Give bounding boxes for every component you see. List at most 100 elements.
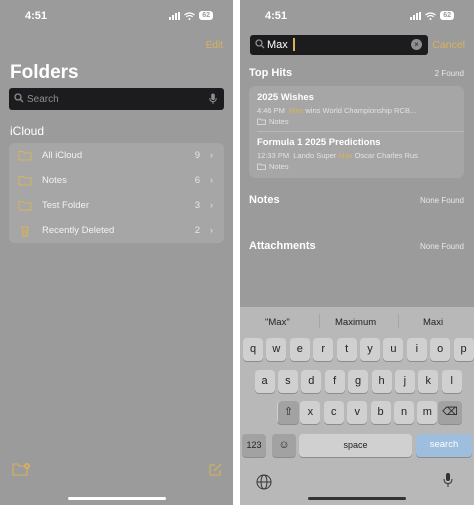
key-x[interactable]: x bbox=[300, 401, 321, 424]
note-time: 12:33 PM bbox=[257, 151, 290, 160]
prediction-3[interactable]: Maxi bbox=[423, 317, 443, 328]
search-input[interactable]: Max × bbox=[250, 35, 428, 55]
globe-icon[interactable] bbox=[256, 474, 272, 490]
status-time: 4:51 bbox=[25, 10, 48, 22]
folder-row-recently-deleted[interactable]: Recently Deleted 2 › bbox=[9, 218, 224, 243]
key-b[interactable]: b bbox=[370, 401, 391, 424]
search-input[interactable]: Search bbox=[9, 88, 224, 110]
folder-icon bbox=[18, 201, 32, 211]
backspace-key[interactable]: ⌫ bbox=[438, 401, 462, 424]
edit-button[interactable]: Edit bbox=[206, 40, 223, 51]
text-cursor bbox=[293, 38, 295, 51]
divider bbox=[398, 314, 399, 328]
folder-icon bbox=[18, 151, 32, 161]
folder-label: All iCloud bbox=[42, 150, 83, 161]
top-hits-header: Top Hits bbox=[249, 67, 293, 79]
snippet-highlight: Max bbox=[338, 151, 353, 160]
status-time: 4:51 bbox=[265, 10, 288, 22]
key-q[interactable]: q bbox=[243, 338, 263, 361]
space-key[interactable]: space bbox=[299, 434, 412, 457]
key-n[interactable]: n bbox=[394, 401, 414, 424]
chevron-right-icon: › bbox=[210, 175, 213, 185]
numbers-key[interactable]: 123 bbox=[242, 434, 266, 457]
page-title: Folders bbox=[10, 62, 79, 83]
chevron-right-icon: › bbox=[210, 150, 213, 160]
home-indicator bbox=[67, 497, 166, 500]
folder-icon bbox=[18, 176, 32, 186]
note-title: Formula 1 2025 Predictions bbox=[257, 137, 381, 148]
key-r[interactable]: r bbox=[313, 338, 334, 361]
key-i[interactable]: i bbox=[406, 338, 427, 361]
key-m[interactable]: m bbox=[417, 401, 438, 424]
search-placeholder: Search bbox=[27, 94, 59, 105]
attachments-status: None Found bbox=[419, 242, 464, 251]
key-e[interactable]: e bbox=[289, 338, 310, 361]
note-folder-label: Notes bbox=[269, 117, 289, 126]
folder-count: 3 bbox=[194, 200, 200, 211]
key-g[interactable]: g bbox=[348, 370, 369, 393]
note-folder: Notes bbox=[257, 117, 458, 126]
key-h[interactable]: h bbox=[371, 370, 392, 393]
cellular-signal-icon bbox=[169, 11, 181, 20]
attachments-header: Attachments bbox=[249, 240, 316, 252]
search-key[interactable]: search bbox=[416, 434, 472, 457]
snippet-suffix: wins World Championship RCB... bbox=[303, 106, 417, 115]
note-title: 2025 Wishes bbox=[257, 92, 314, 103]
cellular-signal-icon bbox=[410, 11, 422, 20]
note-result-formula-1-predictions[interactable]: Formula 1 2025 Predictions 12:33 PM Land… bbox=[257, 137, 458, 171]
key-o[interactable]: o bbox=[430, 338, 451, 361]
notes-status: None Found bbox=[419, 196, 464, 205]
clear-search-icon[interactable]: × bbox=[411, 39, 422, 50]
divider bbox=[257, 131, 464, 132]
status-icons: 62 bbox=[410, 11, 454, 20]
key-s[interactable]: s bbox=[277, 370, 298, 393]
key-v[interactable]: v bbox=[347, 401, 368, 424]
key-c[interactable]: c bbox=[323, 401, 344, 424]
home-indicator bbox=[308, 497, 406, 500]
key-t[interactable]: t bbox=[336, 338, 357, 361]
microphone-icon[interactable] bbox=[443, 472, 453, 488]
note-result-2025-wishes[interactable]: 2025 Wishes 4:46 PM Max wins World Champ… bbox=[257, 92, 458, 126]
key-j[interactable]: j bbox=[394, 370, 415, 393]
folder-row-test-folder[interactable]: Test Folder 3 › bbox=[9, 193, 224, 218]
shift-key[interactable]: ⇧ bbox=[278, 401, 299, 424]
snippet-prefix: Lando Super bbox=[293, 151, 339, 160]
folder-count: 2 bbox=[194, 225, 200, 236]
top-hits-count: 2 Found bbox=[434, 69, 464, 78]
chevron-right-icon: › bbox=[210, 225, 213, 235]
compose-icon[interactable] bbox=[209, 463, 222, 476]
folder-icon bbox=[257, 163, 266, 170]
notes-header: Notes bbox=[249, 194, 280, 206]
keyboard: "Max" Maximum Maxi qwertyuiopasdfghjklzx… bbox=[240, 307, 474, 505]
search-screen: 4:51 62 Max × Cancel Top Hits 2 Found 20… bbox=[240, 0, 474, 505]
search-value: Max bbox=[267, 39, 288, 51]
key-d[interactable]: d bbox=[301, 370, 322, 393]
snippet-highlight: Max bbox=[289, 106, 304, 115]
note-folder: Notes bbox=[257, 162, 458, 171]
key-y[interactable]: y bbox=[360, 338, 380, 361]
battery-indicator: 62 bbox=[199, 11, 213, 20]
cancel-button[interactable]: Cancel bbox=[432, 39, 465, 51]
wifi-icon bbox=[425, 11, 437, 20]
status-bar: 4:51 62 bbox=[240, 0, 474, 34]
folders-screen: 4:51 62 Edit Folders Search iCloud All i… bbox=[0, 0, 233, 505]
folder-list: All iCloud 9 › Notes 6 › Test Folder 3 ›… bbox=[9, 143, 224, 243]
folder-row-all-icloud[interactable]: All iCloud 9 › bbox=[9, 143, 224, 168]
key-w[interactable]: w bbox=[266, 338, 287, 361]
emoji-key[interactable]: ☺ bbox=[272, 434, 296, 457]
key-a[interactable]: a bbox=[254, 370, 275, 393]
key-k[interactable]: k bbox=[418, 370, 439, 393]
chevron-right-icon: › bbox=[210, 200, 213, 210]
key-f[interactable]: f bbox=[324, 370, 345, 393]
folder-label: Recently Deleted bbox=[42, 225, 115, 236]
key-u[interactable]: u bbox=[383, 338, 404, 361]
new-folder-icon[interactable] bbox=[12, 462, 30, 476]
note-snippet: 4:46 PM Max wins World Championship RCB.… bbox=[257, 106, 458, 115]
folder-row-notes[interactable]: Notes 6 › bbox=[9, 168, 224, 193]
key-p[interactable]: p bbox=[453, 338, 474, 361]
prediction-2[interactable]: Maximum bbox=[335, 317, 376, 328]
prediction-1[interactable]: "Max" bbox=[265, 317, 290, 328]
microphone-icon[interactable] bbox=[209, 93, 217, 105]
folder-count: 9 bbox=[194, 150, 200, 161]
key-l[interactable]: l bbox=[441, 370, 462, 393]
